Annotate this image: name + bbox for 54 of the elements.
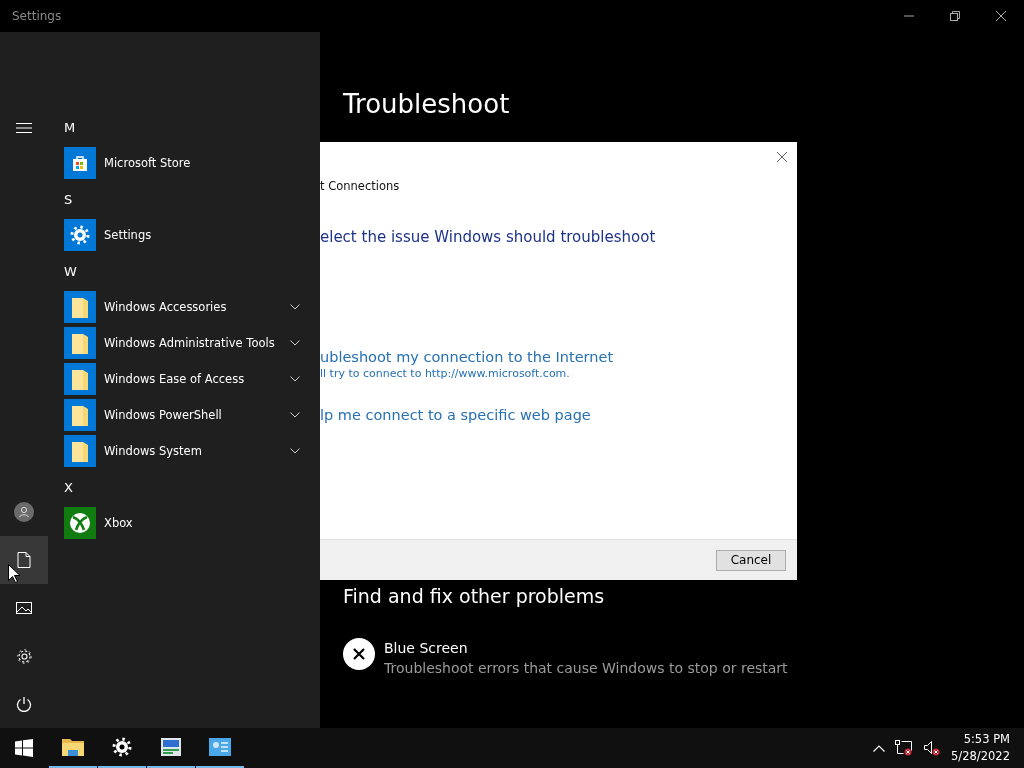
close-icon bbox=[995, 10, 1007, 22]
section-heading: Find and fix other problems bbox=[343, 584, 605, 608]
app-list-item[interactable]: Windows Ease of Access bbox=[64, 361, 320, 397]
app-icon bbox=[64, 435, 96, 467]
app-list-item[interactable]: Windows System bbox=[64, 433, 320, 469]
display-icon bbox=[160, 737, 182, 757]
app-list-item[interactable]: Xbox bbox=[64, 505, 320, 541]
windows-logo-icon bbox=[15, 739, 33, 757]
picture-icon bbox=[16, 601, 32, 615]
dialog-prompt: elect the issue Windows should troubleshoot bbox=[320, 227, 656, 247]
app-list-item[interactable]: Settings bbox=[64, 217, 320, 253]
documents-button[interactable] bbox=[0, 536, 48, 584]
window-title: Settings bbox=[12, 9, 62, 23]
app-list-item[interactable]: Windows Accessories bbox=[64, 289, 320, 325]
app-icon bbox=[64, 327, 96, 359]
app-list-item[interactable]: Windows Administrative Tools bbox=[64, 325, 320, 361]
group-letter[interactable]: S bbox=[64, 191, 73, 207]
app-icon bbox=[64, 291, 96, 323]
app-list-item[interactable]: Windows PowerShell bbox=[64, 397, 320, 433]
app-list-item[interactable]: Microsoft Store bbox=[64, 145, 320, 181]
folder-icon bbox=[62, 738, 84, 756]
option-link[interactable]: ubleshoot my connection to the Internet bbox=[320, 347, 614, 367]
option-description: ll try to connect to http://www.microsoft.com. bbox=[320, 367, 570, 381]
mouse-cursor-icon bbox=[8, 564, 20, 583]
document-icon bbox=[17, 552, 31, 568]
app-icon bbox=[64, 507, 96, 539]
dialog-title: t Connections bbox=[320, 179, 400, 193]
error-icon bbox=[343, 638, 375, 670]
clock[interactable]: 5:53 PM 5/28/2022 bbox=[951, 728, 1024, 768]
page-heading: Troubleshoot bbox=[343, 88, 510, 120]
group-letter[interactable]: X bbox=[64, 479, 73, 495]
user-icon bbox=[14, 502, 34, 522]
restore-icon bbox=[949, 10, 961, 22]
app-icon bbox=[64, 363, 96, 395]
clock-date: 5/28/2022 bbox=[951, 748, 1010, 765]
cancel-button[interactable]: Cancel bbox=[716, 549, 786, 571]
menu-icon bbox=[16, 122, 32, 134]
power-icon bbox=[16, 696, 32, 712]
app-icon bbox=[64, 147, 96, 179]
troubleshooter-description: Troubleshoot errors that cause Windows to stop or restart bbox=[384, 659, 788, 678]
settings-icon bbox=[15, 647, 33, 665]
control-panel-icon bbox=[209, 738, 231, 756]
option-link[interactable]: lp me connect to a specific web page bbox=[320, 405, 591, 425]
settings-icon bbox=[112, 737, 132, 757]
group-letter[interactable]: W bbox=[64, 263, 77, 279]
app-icon bbox=[64, 219, 96, 251]
troubleshooter-title[interactable]: Blue Screen bbox=[384, 638, 788, 658]
volume-icon[interactable] bbox=[923, 740, 942, 756]
group-letter[interactable]: M bbox=[64, 119, 76, 135]
show-hidden-icons-icon[interactable] bbox=[873, 744, 886, 752]
clock-time: 5:53 PM bbox=[963, 731, 1010, 748]
app-icon bbox=[64, 399, 96, 431]
network-icon[interactable] bbox=[895, 740, 914, 756]
close-icon[interactable] bbox=[776, 151, 788, 163]
